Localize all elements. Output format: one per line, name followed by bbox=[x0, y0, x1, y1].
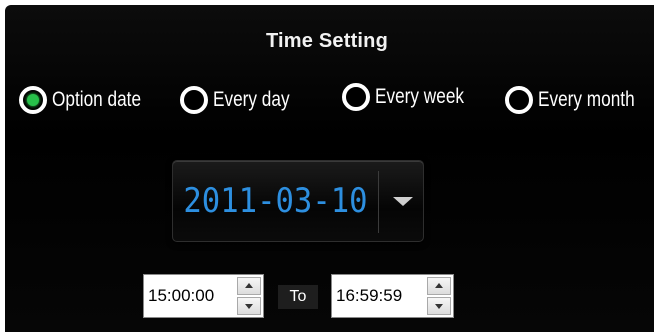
date-picker[interactable]: 2011-03-10 bbox=[172, 160, 424, 242]
start-time-field[interactable] bbox=[143, 274, 264, 318]
dialog-title: Time Setting bbox=[265, 30, 389, 52]
increment-arrow-icon[interactable] bbox=[237, 277, 261, 295]
radio-unselected-icon[interactable] bbox=[180, 86, 208, 114]
radio-every-week[interactable]: Every week bbox=[342, 83, 484, 111]
start-time-spinner[interactable] bbox=[237, 277, 261, 315]
decrement-arrow-icon[interactable] bbox=[237, 297, 261, 315]
radio-every-month[interactable]: Every month bbox=[505, 86, 654, 114]
end-time-field[interactable] bbox=[331, 274, 454, 318]
increment-arrow-icon[interactable] bbox=[427, 277, 451, 295]
dropdown-arrow-icon[interactable] bbox=[379, 161, 425, 243]
end-time-spinner[interactable] bbox=[427, 277, 451, 315]
radio-label: Every week bbox=[375, 85, 465, 108]
start-time-input[interactable] bbox=[144, 275, 232, 317]
radio-selected-icon[interactable] bbox=[19, 86, 47, 114]
to-separator-label: To bbox=[278, 285, 318, 309]
radio-every-day[interactable]: Every day bbox=[180, 86, 306, 114]
date-value[interactable]: 2011-03-10 bbox=[183, 181, 368, 221]
decrement-arrow-icon[interactable] bbox=[427, 297, 451, 315]
radio-unselected-icon[interactable] bbox=[505, 86, 533, 114]
radio-label: Option date bbox=[52, 88, 142, 111]
schedule-options: Option date Every day Every week Every m… bbox=[0, 83, 654, 122]
radio-option-date[interactable]: Option date bbox=[19, 86, 161, 114]
radio-unselected-icon[interactable] bbox=[342, 83, 370, 111]
radio-label: Every day bbox=[213, 88, 290, 111]
end-time-input[interactable] bbox=[332, 275, 420, 317]
radio-label: Every month bbox=[538, 88, 635, 111]
